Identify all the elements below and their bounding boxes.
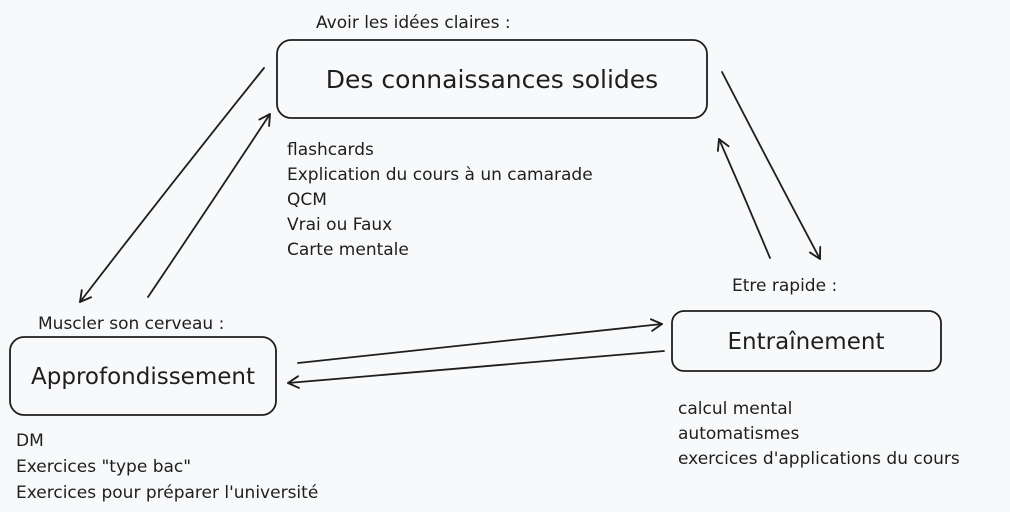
training-item: calcul mental bbox=[678, 399, 792, 419]
deepening-title: Approfondissement bbox=[31, 364, 255, 390]
deepening-node: Muscler son cerveau : Approfondissement … bbox=[9, 314, 318, 503]
arrow-deepening-to-training bbox=[297, 318, 663, 364]
knowledge-node: Avoir les idées claires : Des connaissan… bbox=[276, 13, 708, 260]
arrow-knowledge-to-deepening bbox=[79, 67, 265, 303]
training-title: Entraînement bbox=[728, 329, 885, 355]
arrow-training-to-knowledge bbox=[716, 138, 771, 259]
arrows bbox=[79, 67, 822, 389]
knowledge-item: Carte mentale bbox=[287, 240, 409, 260]
training-node: Etre rapide : Entraînement calcul mental… bbox=[671, 276, 960, 469]
training-heading: Etre rapide : bbox=[732, 276, 837, 296]
training-item: exercices d'applications du cours bbox=[678, 449, 960, 469]
arrow-knowledge-to-training bbox=[721, 71, 822, 260]
deepening-item: Exercices "type bac" bbox=[16, 457, 191, 477]
arrow-training-to-deepening bbox=[287, 350, 665, 389]
knowledge-item: QCM bbox=[287, 190, 327, 210]
deepening-item: DM bbox=[16, 431, 44, 451]
knowledge-item: Explication du cours à un camarade bbox=[287, 165, 593, 185]
arrow-deepening-to-knowledge bbox=[147, 113, 271, 298]
training-item: automatismes bbox=[678, 424, 800, 444]
deepening-heading: Muscler son cerveau : bbox=[38, 314, 224, 334]
deepening-items: DM Exercices "type bac" Exercices pour p… bbox=[16, 431, 318, 503]
knowledge-item: flashcards bbox=[287, 140, 374, 160]
learning-cycle-diagram: Avoir les idées claires : Des connaissan… bbox=[9, 13, 960, 503]
knowledge-items: flashcards Explication du cours à un cam… bbox=[287, 140, 593, 260]
knowledge-heading: Avoir les idées claires : bbox=[316, 13, 511, 33]
knowledge-item: Vrai ou Faux bbox=[287, 215, 392, 235]
knowledge-title: Des connaissances solides bbox=[326, 65, 658, 94]
deepening-item: Exercices pour préparer l'université bbox=[16, 483, 318, 503]
training-items: calcul mental automatismes exercices d'a… bbox=[678, 399, 960, 469]
